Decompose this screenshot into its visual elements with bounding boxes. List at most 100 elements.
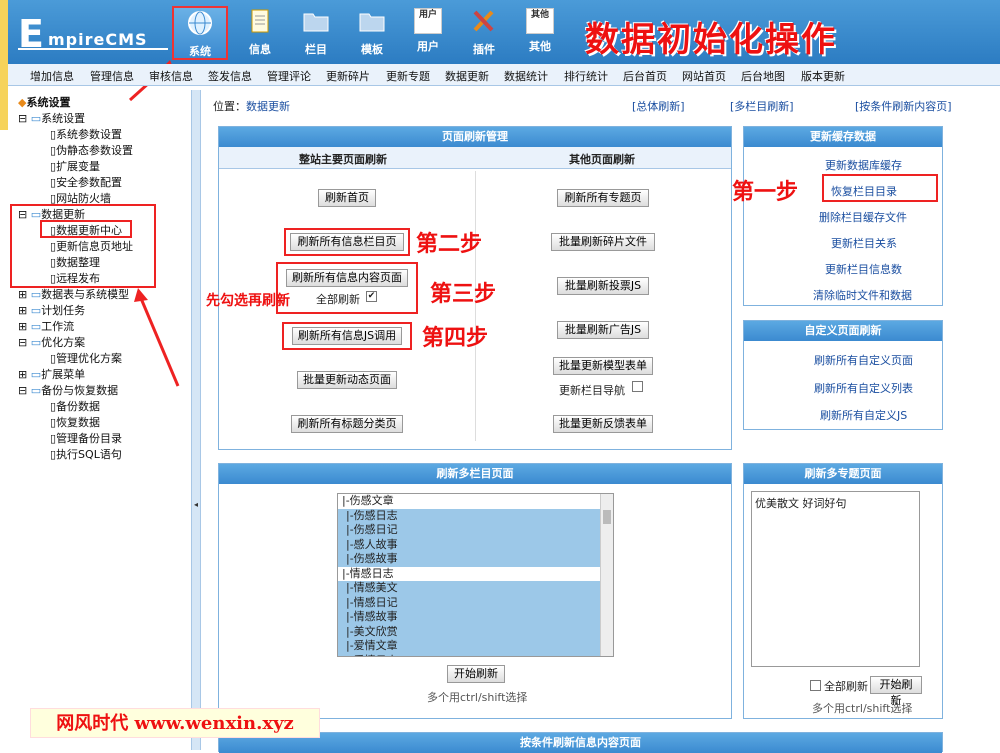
menu-manage-info[interactable]: 管理信息	[90, 68, 134, 84]
class-option[interactable]: |-伤感故事	[338, 552, 602, 567]
tab-condition-refresh[interactable]: [按条件刷新内容页]	[855, 98, 952, 114]
tree-item-exec-sql[interactable]: ▯执行SQL语句	[50, 446, 122, 462]
update-feedback-forms-button[interactable]: 批量更新反馈表单	[553, 415, 653, 433]
class-option[interactable]: |-感人故事	[338, 537, 602, 552]
tab-overall-refresh[interactable]: [总体刷新]	[632, 98, 685, 114]
nav-plugin[interactable]: 插件	[456, 6, 512, 60]
tree-item-sys-params[interactable]: ▯系统参数设置	[50, 126, 122, 142]
tree-item-restore-data[interactable]: ▯恢复数据	[50, 414, 100, 430]
tree-group-tables[interactable]: ⊞ ▭数据表与系统模型	[18, 286, 129, 302]
tree-group-label: 数据表与系统模型	[41, 288, 130, 301]
start-refresh-class-button[interactable]: 开始刷新	[447, 665, 505, 683]
tree-item-manage-optimize[interactable]: ▯管理优化方案	[50, 350, 122, 366]
globe-icon	[188, 11, 212, 35]
tree-item-manage-backup[interactable]: ▯管理备份目录	[50, 430, 122, 446]
arrow-annotation-sidebar	[134, 288, 180, 387]
nav-user[interactable]: 用户 用户	[400, 6, 456, 60]
class-option[interactable]: |-情感日志	[338, 567, 602, 582]
class-option[interactable]: |-情感美文	[338, 581, 602, 596]
folder-icon: ▭	[30, 384, 42, 397]
user-icon: 用户	[414, 8, 442, 34]
annotation-box-step4	[282, 322, 412, 350]
scrollbar-thumb[interactable]	[603, 510, 611, 524]
menu-admin-map[interactable]: 后台地图	[741, 68, 785, 84]
tree-group-tasks[interactable]: ⊞ ▭计划任务	[18, 302, 85, 318]
sidebar-splitter[interactable]: ◂	[191, 90, 201, 750]
tree-group-label: 备份与恢复数据	[41, 384, 119, 397]
menu-manage-comment[interactable]: 管理评论	[267, 68, 311, 84]
class-option[interactable]: |-爱情文章	[338, 639, 602, 654]
topic-option[interactable]: 优美散文 好词好句	[752, 492, 919, 514]
update-class-relation-link[interactable]: 更新栏目关系	[831, 235, 897, 251]
class-option[interactable]: |-情感故事	[338, 610, 602, 625]
menu-sign-info[interactable]: 签发信息	[208, 68, 252, 84]
refresh-title-class-button[interactable]: 刷新所有标题分类页	[291, 415, 403, 433]
nav-other[interactable]: 其他 其他	[512, 6, 568, 60]
menu-update-topic[interactable]: 更新专题	[386, 68, 430, 84]
menu-data-stats[interactable]: 数据统计	[504, 68, 548, 84]
sidebar-tree: ◆系统设置 ⊟ ▭系统设置 ▯系统参数设置 ▯伪静态参数设置 ▯扩展变量 ▯安全…	[10, 92, 195, 732]
refresh-custom-lists-link[interactable]: 刷新所有自定义列表	[814, 380, 913, 396]
update-dynamic-pages-button[interactable]: 批量更新动态页面	[297, 371, 397, 389]
update-nav-checkbox[interactable]	[632, 381, 643, 392]
class-option[interactable]: |-情感日记	[338, 595, 602, 610]
refresh-topic-pages-button[interactable]: 刷新所有专题页	[557, 189, 649, 207]
tree-group-optimize[interactable]: ⊟ ▭优化方案	[18, 334, 85, 350]
update-db-cache-link[interactable]: 更新数据库缓存	[825, 157, 902, 173]
menu-version-update[interactable]: 版本更新	[801, 68, 845, 84]
menu-admin-home[interactable]: 后台首页	[623, 68, 667, 84]
menu-check-info[interactable]: 审核信息	[149, 68, 193, 84]
tree-group-ext-menu[interactable]: ⊞ ▭扩展菜单	[18, 366, 85, 382]
update-model-forms-button[interactable]: 批量更新模型表单	[553, 357, 653, 375]
refresh-custom-js-link[interactable]: 刷新所有自定义JS	[820, 407, 907, 423]
menu-rank-stats[interactable]: 排行统计	[564, 68, 608, 84]
class-option[interactable]: |-伤感日记	[338, 523, 602, 538]
delete-class-cache-link[interactable]: 删除栏目缓存文件	[819, 209, 907, 225]
quick-menu-bar: 增加信息 管理信息 审核信息 签发信息 管理评论 更新碎片 更新专题 数据更新 …	[0, 64, 1000, 86]
col-main-pages: 整站主要页面刷新	[299, 153, 387, 166]
update-class-count-link[interactable]: 更新栏目信息数	[825, 261, 902, 277]
annotation-step2: 第二步	[416, 232, 483, 257]
logo-text: mpireCMS	[48, 30, 148, 49]
tree-item-label: 伪静态参数设置	[56, 144, 134, 157]
nav-info[interactable]: 信息	[232, 6, 288, 60]
nav-class[interactable]: 栏目	[288, 6, 344, 60]
tree-item-rewrite-params[interactable]: ▯伪静态参数设置	[50, 142, 133, 158]
class-option[interactable]: |-爱情日志	[338, 653, 602, 656]
tree-group-workflow[interactable]: ⊞ ▭工作流	[18, 318, 74, 334]
template-folder-icon	[359, 13, 385, 32]
refresh-vote-js-button[interactable]: 批量刷新投票JS	[557, 277, 649, 295]
start-refresh-topic-button[interactable]: 开始刷新	[870, 676, 922, 707]
nav-template[interactable]: 模板	[344, 6, 400, 60]
annotation-step4: 第四步	[422, 326, 489, 351]
tree-item-label: 管理优化方案	[56, 352, 123, 365]
menu-add-info[interactable]: 增加信息	[30, 68, 74, 84]
tab-multi-class-refresh[interactable]: [多栏目刷新]	[730, 98, 794, 114]
tree-root-system-settings[interactable]: ◆系统设置	[18, 94, 70, 110]
refresh-index-button[interactable]: 刷新首页	[318, 189, 376, 207]
menu-update-fragment[interactable]: 更新碎片	[326, 68, 370, 84]
breadcrumb-link[interactable]: 数据更新	[246, 100, 290, 113]
tree-group-label: 计划任务	[41, 304, 86, 317]
refresh-custom-pages-link[interactable]: 刷新所有自定义页面	[814, 352, 913, 368]
menu-data-update[interactable]: 数据更新	[445, 68, 489, 84]
topic-multiselect[interactable]: 优美散文 好词好句	[751, 491, 920, 667]
cache-panel-title: 更新缓存数据	[744, 127, 942, 147]
topic-full-refresh-checkbox[interactable]	[810, 680, 821, 691]
class-option[interactable]: |-美文欣赏	[338, 624, 602, 639]
clear-temp-files-link[interactable]: 清除临时文件和数据	[813, 287, 912, 303]
class-option[interactable]: |-伤感文章	[338, 494, 602, 509]
tree-item-backup-data[interactable]: ▯备份数据	[50, 398, 100, 414]
breadcrumb-label: 位置：	[213, 100, 246, 113]
menu-site-home[interactable]: 网站首页	[682, 68, 726, 84]
class-multiselect[interactable]: |-伤感文章 |-伤感日志 |-伤感日记 |-感人故事 |-伤感故事 |-情感日志 |-情感…	[337, 493, 614, 657]
refresh-ad-js-button[interactable]: 批量刷新广告JS	[557, 321, 649, 339]
tree-item-ext-vars[interactable]: ▯扩展变量	[50, 158, 100, 174]
refresh-fragment-button[interactable]: 批量刷新碎片文件	[551, 233, 655, 251]
class-list-scrollbar[interactable]	[600, 494, 613, 656]
tree-item-security[interactable]: ▯安全参数配置	[50, 174, 122, 190]
class-option[interactable]: |-伤感日志	[338, 508, 602, 523]
tree-group-system[interactable]: ⊟ ▭系统设置	[18, 110, 85, 126]
nav-system[interactable]: 系统	[172, 6, 228, 60]
tree-group-backup[interactable]: ⊟ ▭备份与恢复数据	[18, 382, 118, 398]
